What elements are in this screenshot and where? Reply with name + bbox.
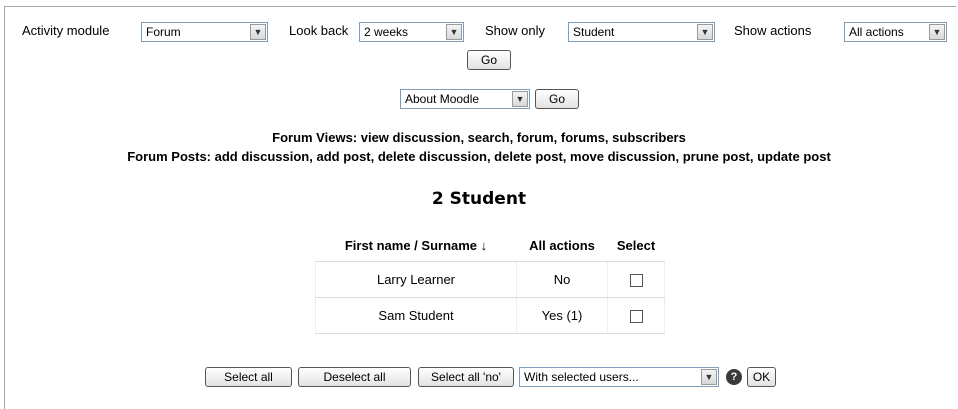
chevron-down-icon: ▼	[701, 369, 717, 385]
show-actions-select[interactable]: All actions ▼	[844, 22, 947, 42]
activity-module-select[interactable]: Forum ▼	[141, 22, 268, 42]
page-heading: 2 Student	[431, 189, 527, 209]
ok-button[interactable]: OK	[747, 367, 776, 387]
select-all-button[interactable]: Select all	[205, 367, 292, 387]
show-actions-label: Show actions	[734, 23, 812, 38]
look-back-label: Look back	[289, 23, 349, 38]
user-select-cell	[607, 261, 665, 298]
show-only-value: Student	[573, 25, 615, 39]
user-select-checkbox[interactable]	[629, 310, 643, 324]
table-row: Sam Student Yes (1)	[315, 297, 665, 334]
filter-go-button[interactable]: Go	[467, 50, 511, 70]
user-actions-cell: Yes (1)	[516, 297, 608, 334]
chevron-down-icon: ▼	[250, 24, 266, 40]
user-name-cell[interactable]: Larry Learner	[315, 261, 517, 298]
user-actions-cell: No	[516, 261, 608, 298]
column-actions-header: All actions	[516, 229, 608, 262]
chevron-down-icon: ▼	[446, 24, 462, 40]
course-jump-value: About Moodle	[405, 92, 480, 106]
forum-views-info: Forum Views: view discussion, search, fo…	[272, 130, 686, 145]
show-only-select[interactable]: Student ▼	[568, 22, 715, 42]
help-icon[interactable]: ?	[726, 369, 742, 385]
select-all-no-button[interactable]: Select all 'no'	[418, 367, 514, 387]
column-name-label: First name / Surname	[344, 237, 478, 253]
activity-module-value: Forum	[146, 25, 181, 39]
participants-table: First name / Surname ↓ All actions Selec…	[315, 229, 665, 334]
user-select-checkbox[interactable]	[629, 274, 643, 288]
show-only-label: Show only	[485, 23, 545, 38]
look-back-select[interactable]: 2 weeks ▼	[359, 22, 464, 42]
chevron-down-icon: ▼	[697, 24, 713, 40]
deselect-all-button[interactable]: Deselect all	[298, 367, 411, 387]
show-actions-value: All actions	[849, 25, 904, 39]
with-selected-users-value: With selected users...	[524, 370, 639, 384]
table-header-row: First name / Surname ↓ All actions Selec…	[315, 229, 665, 262]
column-name-header[interactable]: First name / Surname ↓	[315, 229, 517, 262]
chevron-down-icon: ▼	[929, 24, 945, 40]
course-jump-select[interactable]: About Moodle ▼	[400, 89, 530, 109]
column-select-header: Select	[607, 229, 665, 262]
with-selected-users-select[interactable]: With selected users... ▼	[519, 367, 719, 387]
course-go-button[interactable]: Go	[535, 89, 579, 109]
activity-module-label: Activity module	[22, 23, 110, 38]
user-name-cell[interactable]: Sam Student	[315, 297, 517, 334]
look-back-value: 2 weeks	[364, 25, 409, 39]
sort-down-arrow-icon: ↓	[480, 237, 488, 253]
table-row: Larry Learner No	[315, 261, 665, 298]
chevron-down-icon: ▼	[512, 91, 528, 107]
user-select-cell	[607, 297, 665, 334]
forum-posts-info: Forum Posts: add discussion, add post, d…	[127, 149, 831, 164]
